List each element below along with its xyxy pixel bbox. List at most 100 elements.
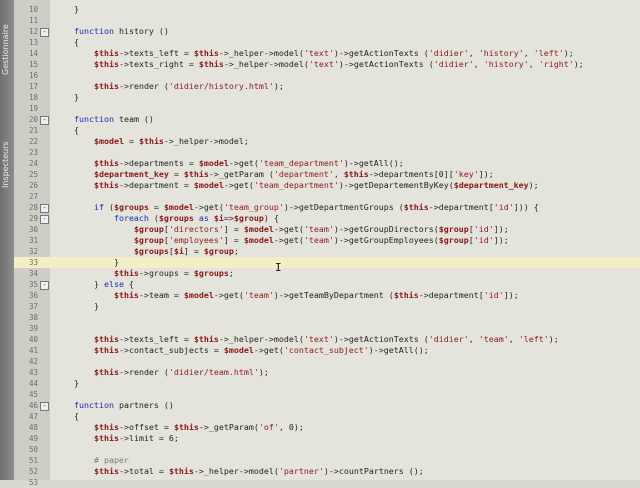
code-line[interactable]: 33 } — [14, 257, 640, 268]
line-number: 44 — [28, 379, 38, 388]
code-line[interactable]: 34 $this->groups = $groups; — [14, 268, 640, 279]
line-number: 13 — [28, 38, 38, 47]
code-line[interactable]: 52 $this->total = $this->_helper->model(… — [14, 466, 640, 477]
code-line[interactable]: 48 $this->offset = $this->_getParam('of'… — [14, 422, 640, 433]
code-line[interactable]: 12- function history () — [14, 26, 640, 37]
line-number: 29 — [28, 214, 38, 223]
code-line[interactable]: 50 — [14, 444, 640, 455]
code-text: function team () — [73, 114, 154, 124]
code-line[interactable]: 32 $groups[$i] = $group; — [14, 246, 640, 257]
code-line[interactable]: 23 — [14, 147, 640, 158]
ibeam-cursor-icon: I — [275, 261, 282, 274]
line-number: 32 — [28, 247, 38, 256]
code-line[interactable]: 11 — [14, 15, 640, 26]
code-text: $this->texts_left = $this->_helper->mode… — [93, 334, 559, 344]
code-line[interactable]: 25 $department_key = $this->_getParam ('… — [14, 169, 640, 180]
line-number: 47 — [28, 412, 38, 421]
code-line[interactable]: 29- foreach ($groups as $i=>$group) { — [14, 213, 640, 224]
side-tab-inspecteurs[interactable]: Inspecteurs — [1, 130, 13, 200]
fold-toggle-icon[interactable]: - — [40, 28, 49, 37]
line-number: 43 — [28, 368, 38, 377]
line-number: 37 — [28, 302, 38, 311]
code-line[interactable]: 41 $this->contact_subjects = $model->get… — [14, 345, 640, 356]
code-line[interactable]: 45 — [14, 389, 640, 400]
code-line[interactable]: 36 $this->team = $model->get('team')->ge… — [14, 290, 640, 301]
line-number: 20 — [28, 115, 38, 124]
code-line[interactable]: 49 $this->limit = 6; — [14, 433, 640, 444]
line-number: 46 — [28, 401, 38, 410]
code-line[interactable]: 30 $group['directors'] = $model->get('te… — [14, 224, 640, 235]
line-number: 14 — [28, 49, 38, 58]
code-line[interactable]: 28- if ($groups = $model->get('team_grou… — [14, 202, 640, 213]
code-line[interactable]: 21 { — [14, 125, 640, 136]
code-line[interactable]: 47 { — [14, 411, 640, 422]
code-text: $this->offset = $this->_getParam('of', 0… — [93, 422, 304, 432]
code-line[interactable]: 22 $model = $this->_helper->model; — [14, 136, 640, 147]
code-line[interactable]: 27 — [14, 191, 640, 202]
code-line[interactable]: 13 { — [14, 37, 640, 48]
code-line[interactable]: 26 $this->department = $model->get('team… — [14, 180, 640, 191]
code-text: } — [54, 301, 99, 311]
code-text: } — [54, 4, 79, 14]
line-number: 39 — [28, 324, 38, 333]
fold-toggle-icon[interactable]: - — [40, 281, 49, 290]
code-line[interactable]: 53 — [14, 477, 640, 488]
code-line[interactable]: 14 $this->texts_left = $this->_helper->m… — [14, 48, 640, 59]
code-line[interactable]: 39 — [14, 323, 640, 334]
code-line[interactable]: 19 — [14, 103, 640, 114]
code-line[interactable]: 10 } — [14, 4, 640, 15]
line-number: 24 — [28, 159, 38, 168]
code-line[interactable]: 43 $this->render ('didier/team.html'); — [14, 367, 640, 378]
code-line[interactable]: 18 } — [14, 92, 640, 103]
code-line[interactable]: 38 — [14, 312, 640, 323]
line-number: 26 — [28, 181, 38, 190]
code-text: $department_key = $this->_getParam ('dep… — [93, 169, 494, 179]
line-number: 53 — [28, 478, 38, 487]
code-line[interactable]: 37 } — [14, 301, 640, 312]
code-text: $this->texts_right = $this->_helper->mod… — [93, 59, 584, 69]
code-text: if ($groups = $model->get('team_group')-… — [93, 202, 539, 212]
code-line[interactable]: 35- } else { — [14, 279, 640, 290]
line-number: 18 — [28, 93, 38, 102]
fold-toggle-icon[interactable]: - — [40, 402, 49, 411]
code-line[interactable]: 17 $this->render ('didier/history.html')… — [14, 81, 640, 92]
line-number: 51 — [28, 456, 38, 465]
code-line[interactable]: 42 — [14, 356, 640, 367]
line-number: 16 — [28, 71, 38, 80]
code-text: function partners () — [73, 400, 174, 410]
line-number: 41 — [28, 346, 38, 355]
code-text: function history () — [73, 26, 169, 36]
side-tab-gestionnaire[interactable]: Gestionnaire — [1, 10, 13, 90]
line-number: 10 — [28, 5, 38, 14]
line-number: 23 — [28, 148, 38, 157]
line-number: 50 — [28, 445, 38, 454]
code-text: $groups[$i] = $group; — [133, 246, 239, 256]
fold-toggle-icon[interactable]: - — [40, 116, 49, 125]
line-number: 21 — [28, 126, 38, 135]
line-number: 31 — [28, 236, 38, 245]
code-line[interactable]: 51 # paper — [14, 455, 640, 466]
fold-toggle-icon[interactable]: - — [40, 204, 49, 213]
line-number: 30 — [28, 225, 38, 234]
code-line[interactable]: 15 $this->texts_right = $this->_helper->… — [14, 59, 640, 70]
line-number: 28 — [28, 203, 38, 212]
line-number: 27 — [28, 192, 38, 201]
code-text: } — [54, 257, 119, 267]
code-line[interactable]: 24 $this->departments = $model->get('tea… — [14, 158, 640, 169]
code-line[interactable]: 44 } — [14, 378, 640, 389]
fold-toggle-icon[interactable]: - — [40, 215, 49, 224]
line-number: 52 — [28, 467, 38, 476]
code-line[interactable]: 20- function team () — [14, 114, 640, 125]
code-text: { — [54, 411, 79, 421]
code-line[interactable]: 16 — [14, 70, 640, 81]
code-text: $group['employees'] = $model->get('team'… — [133, 235, 509, 245]
code-text: $group['directors'] = $model->get('team'… — [133, 224, 509, 234]
code-line[interactable]: 40 $this->texts_left = $this->_helper->m… — [14, 334, 640, 345]
code-text: $this->departments = $model->get('team_d… — [93, 158, 404, 168]
code-line[interactable]: 31 $group['employees'] = $model->get('te… — [14, 235, 640, 246]
line-number: 40 — [28, 335, 38, 344]
code-text: { — [54, 37, 79, 47]
code-text: $this->render ('didier/history.html'); — [93, 81, 284, 91]
side-panel: Gestionnaire Inspecteurs — [0, 0, 15, 480]
code-line[interactable]: 46- function partners () — [14, 400, 640, 411]
